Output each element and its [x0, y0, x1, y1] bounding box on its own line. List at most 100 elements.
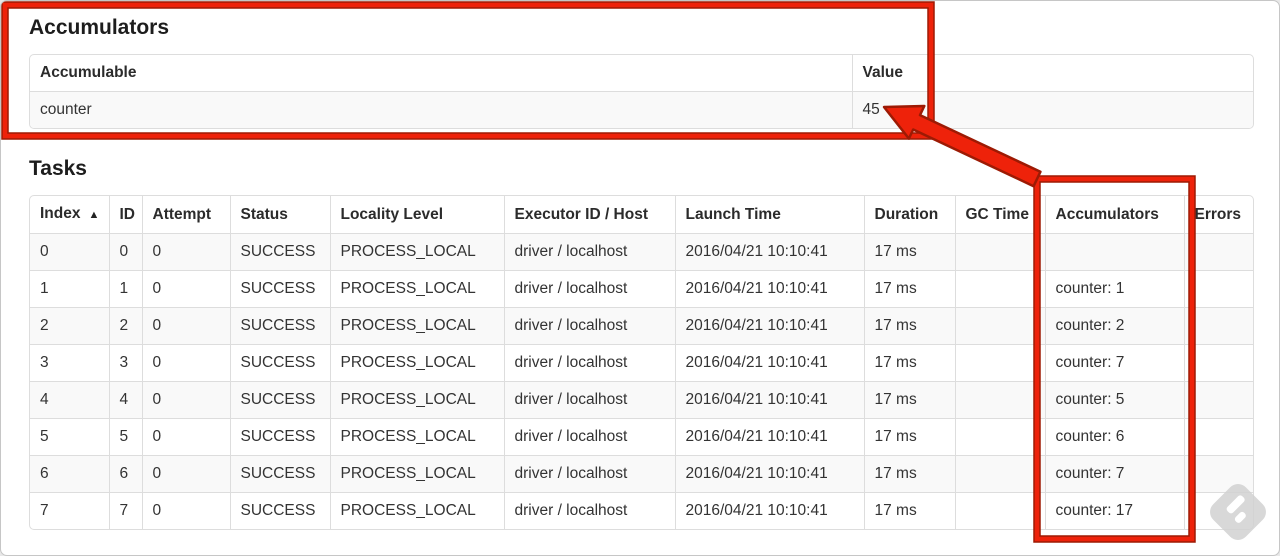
index-column-header[interactable]: Index ▲: [30, 196, 109, 234]
executor-id-host-cell: driver / localhost: [503, 307, 675, 345]
locality-level-cell: PROCESS_LOCAL: [329, 492, 504, 529]
gc-time-column-header[interactable]: GC Time: [954, 196, 1045, 234]
errors-cell: [1183, 307, 1253, 345]
main-content: Accumulators Accumulable Value counter 4…: [1, 1, 1279, 530]
accumulators-cell: counter: 7: [1044, 455, 1184, 493]
attempt-cell: 0: [141, 381, 230, 419]
index-cell: 3: [30, 344, 109, 382]
attempt-cell: 0: [141, 492, 230, 529]
duration-cell: 17 ms: [863, 381, 955, 419]
errors-cell: [1183, 418, 1253, 456]
id-cell: 7: [108, 492, 142, 529]
executor-id-host-cell: driver / localhost: [503, 344, 675, 382]
executor-id-host-cell: driver / localhost: [503, 233, 675, 271]
duration-cell: 17 ms: [863, 233, 955, 271]
accumulators-cell: counter: 5: [1044, 381, 1184, 419]
id-cell: 2: [108, 307, 142, 345]
errors-cell: [1183, 344, 1253, 382]
task-row: 0 0 0 SUCCESS PROCESS_LOCAL driver / loc…: [30, 233, 1253, 271]
launch-time-cell: 2016/04/21 10:10:41: [674, 381, 864, 419]
index-cell: 6: [30, 455, 109, 493]
locality-level-cell: PROCESS_LOCAL: [329, 233, 504, 271]
duration-cell: 17 ms: [863, 344, 955, 382]
duration-column-header[interactable]: Duration: [863, 196, 955, 234]
status-cell: SUCCESS: [229, 418, 330, 456]
errors-cell: [1183, 381, 1253, 419]
errors-cell: [1183, 455, 1253, 493]
id-cell: 0: [108, 233, 142, 271]
attempt-cell: 0: [141, 418, 230, 456]
executor-id-host-cell: driver / localhost: [503, 492, 675, 529]
accumulators-cell: counter: 2: [1044, 307, 1184, 345]
launch-time-cell: 2016/04/21 10:10:41: [674, 307, 864, 345]
duration-cell: 17 ms: [863, 270, 955, 308]
accumulator-row: counter 45: [30, 91, 1253, 128]
task-row: 2 2 0 SUCCESS PROCESS_LOCAL driver / loc…: [30, 307, 1253, 345]
task-row: 5 5 0 SUCCESS PROCESS_LOCAL driver / loc…: [30, 418, 1253, 456]
executor-id-host-cell: driver / localhost: [503, 455, 675, 493]
gc-time-cell: [954, 233, 1045, 271]
accumulators-header-row: Accumulable Value: [30, 55, 1253, 92]
tasks-section-title: Tasks: [29, 157, 87, 180]
duration-cell: 17 ms: [863, 418, 955, 456]
tasks-header-row: Index ▲ ID Attempt Status Locality Level …: [30, 196, 1253, 234]
locality-level-column-header[interactable]: Locality Level: [329, 196, 504, 234]
gc-time-cell: [954, 307, 1045, 345]
status-cell: SUCCESS: [229, 492, 330, 529]
launch-time-cell: 2016/04/21 10:10:41: [674, 233, 864, 271]
status-column-header[interactable]: Status: [229, 196, 330, 234]
accumulators-cell: counter: 17: [1044, 492, 1184, 529]
errors-cell: [1183, 270, 1253, 308]
attempt-cell: 0: [141, 270, 230, 308]
accumulators-cell: counter: 6: [1044, 418, 1184, 456]
duration-cell: 17 ms: [863, 455, 955, 493]
index-cell: 2: [30, 307, 109, 345]
attempt-cell: 0: [141, 307, 230, 345]
status-cell: SUCCESS: [229, 455, 330, 493]
id-column-header[interactable]: ID: [108, 196, 142, 234]
index-cell: 5: [30, 418, 109, 456]
task-row: 1 1 0 SUCCESS PROCESS_LOCAL driver / loc…: [30, 270, 1253, 308]
tasks-table: Index ▲ ID Attempt Status Locality Level …: [29, 195, 1254, 530]
errors-cell: [1183, 492, 1253, 529]
launch-time-cell: 2016/04/21 10:10:41: [674, 270, 864, 308]
task-row: 3 3 0 SUCCESS PROCESS_LOCAL driver / loc…: [30, 344, 1253, 382]
id-cell: 3: [108, 344, 142, 382]
locality-level-cell: PROCESS_LOCAL: [329, 344, 504, 382]
gc-time-cell: [954, 270, 1045, 308]
gc-time-cell: [954, 492, 1045, 529]
attempt-cell: 0: [141, 233, 230, 271]
page-container: Accumulators Accumulable Value counter 4…: [0, 0, 1280, 556]
attempt-column-header[interactable]: Attempt: [141, 196, 230, 234]
locality-level-cell: PROCESS_LOCAL: [329, 307, 504, 345]
task-row: 7 7 0 SUCCESS PROCESS_LOCAL driver / loc…: [30, 492, 1253, 529]
status-cell: SUCCESS: [229, 381, 330, 419]
launch-time-cell: 2016/04/21 10:10:41: [674, 455, 864, 493]
errors-column-header[interactable]: Errors: [1183, 196, 1253, 234]
value-cell: 45: [851, 91, 1253, 128]
accumulators-table: Accumulable Value counter 45: [29, 54, 1254, 129]
index-cell: 0: [30, 233, 109, 271]
accumulators-cell: counter: 1: [1044, 270, 1184, 308]
status-cell: SUCCESS: [229, 233, 330, 271]
gc-time-cell: [954, 381, 1045, 419]
accumulators-column-header[interactable]: Accumulators: [1044, 196, 1184, 234]
launch-time-column-header[interactable]: Launch Time: [674, 196, 864, 234]
index-cell: 7: [30, 492, 109, 529]
locality-level-cell: PROCESS_LOCAL: [329, 381, 504, 419]
task-row: 6 6 0 SUCCESS PROCESS_LOCAL driver / loc…: [30, 455, 1253, 493]
index-cell: 1: [30, 270, 109, 308]
status-cell: SUCCESS: [229, 307, 330, 345]
executor-id-host-column-header[interactable]: Executor ID / Host: [503, 196, 675, 234]
attempt-cell: 0: [141, 344, 230, 382]
gc-time-cell: [954, 344, 1045, 382]
status-cell: SUCCESS: [229, 344, 330, 382]
id-cell: 5: [108, 418, 142, 456]
accumulable-cell: counter: [30, 91, 852, 128]
accumulable-column-header: Accumulable: [40, 64, 137, 81]
status-cell: SUCCESS: [229, 270, 330, 308]
errors-cell: [1183, 233, 1253, 271]
gc-time-cell: [954, 418, 1045, 456]
sort-ascending-icon: ▲: [88, 209, 100, 221]
accumulators-cell: [1044, 233, 1184, 271]
